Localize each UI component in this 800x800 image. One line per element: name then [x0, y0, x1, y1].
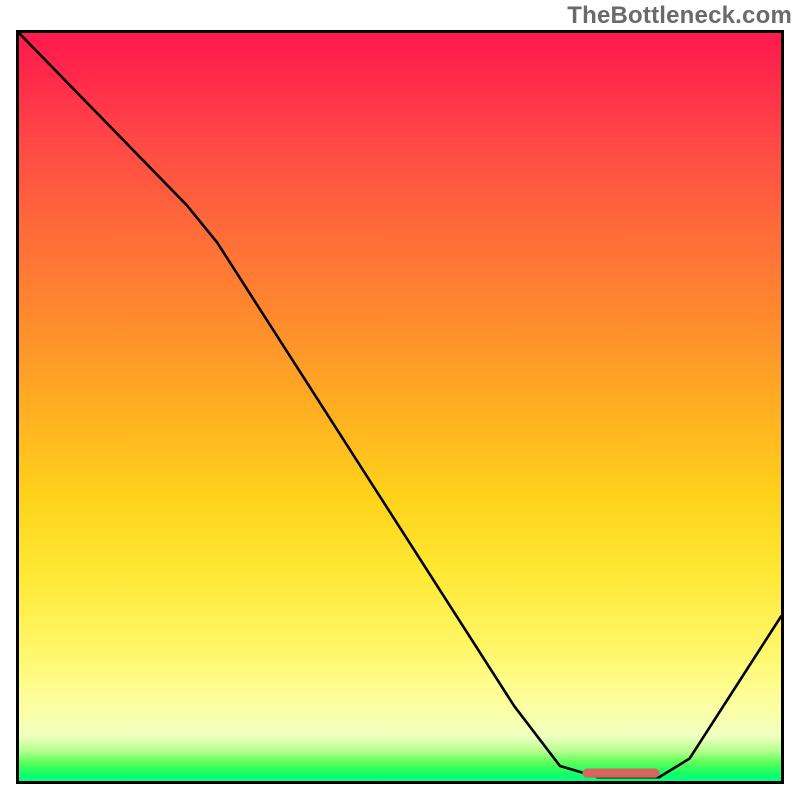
optimal-marker: [583, 769, 659, 777]
plot-area: [16, 30, 784, 784]
watermark-text: TheBottleneck.com: [567, 2, 792, 30]
bottleneck-curve: [19, 33, 781, 777]
curve-svg: [19, 33, 781, 781]
chart-container: TheBottleneck.com: [0, 0, 800, 800]
